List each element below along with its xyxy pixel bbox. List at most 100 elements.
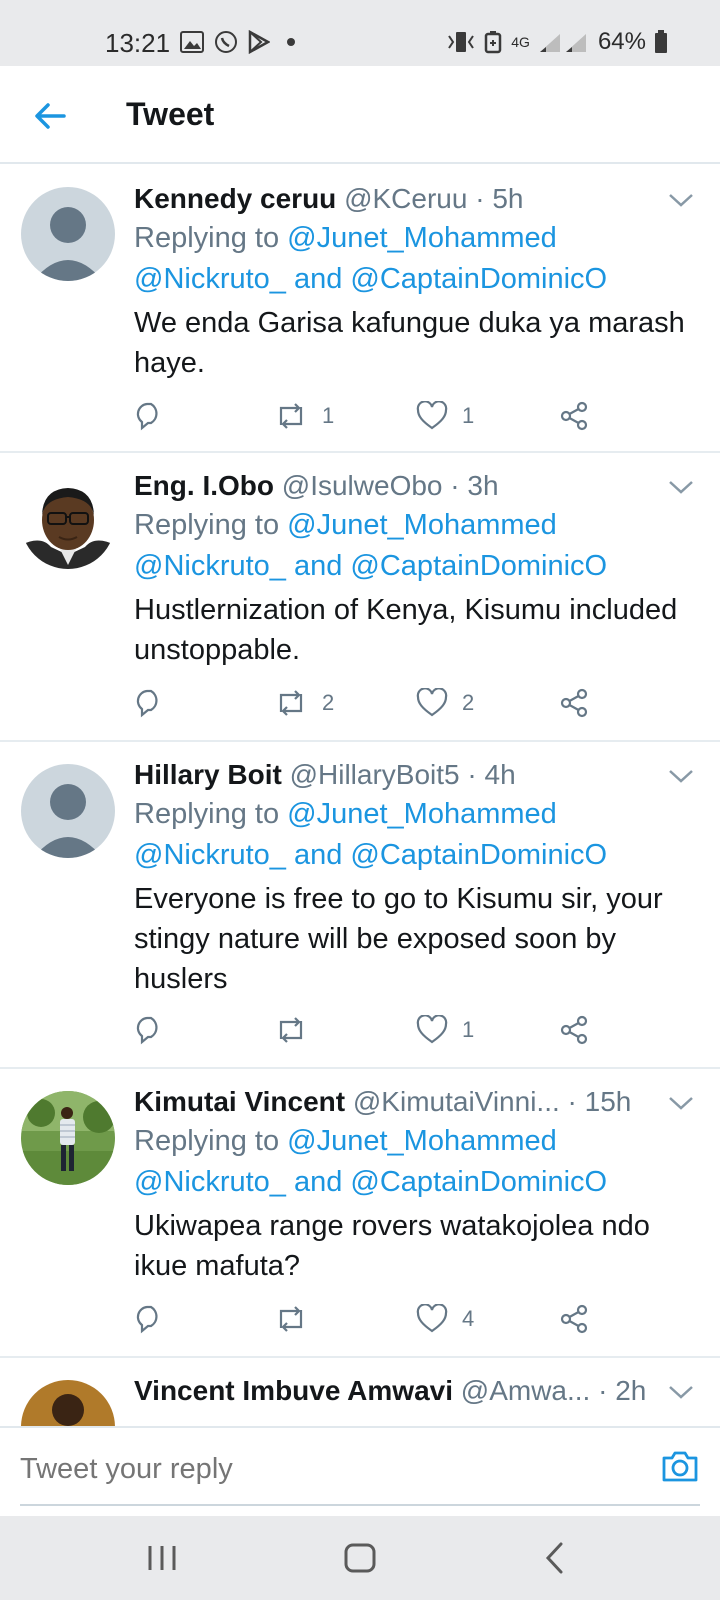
network-type: 4G <box>511 34 530 50</box>
replying-to: Replying to @Junet_Mohammed <box>134 794 700 835</box>
signal-icon <box>539 34 586 52</box>
replying-to: Replying to @Junet_Mohammed <box>134 218 700 259</box>
mention-link[interactable]: @Nickruto_ and @CaptainDominicO <box>134 550 607 582</box>
reply-icon <box>136 1305 158 1334</box>
tweet[interactable]: Kennedy ceruu @KCeruu · 5h Replying to @… <box>0 168 720 453</box>
retweet-button[interactable] <box>274 1010 322 1050</box>
like-button[interactable]: 2 <box>416 683 474 723</box>
user-handle[interactable]: @KCeruu <box>344 183 467 214</box>
replying-to-more: @Nickruto_ and @CaptainDominicO <box>134 546 700 587</box>
retweet-button[interactable] <box>274 1299 322 1339</box>
tweet-feed[interactable]: Kennedy ceruu @KCeruu · 5h Replying to @… <box>0 168 720 1426</box>
replying-to: Replying to @Junet_Mohammed <box>134 1121 700 1162</box>
tweet-time: · 4h <box>467 759 516 790</box>
share-button[interactable] <box>558 683 590 723</box>
reply-button[interactable] <box>134 396 164 436</box>
like-button[interactable]: 1 <box>416 1010 474 1050</box>
replying-to: Replying to @Junet_Mohammed <box>134 505 700 546</box>
user-name[interactable]: Kennedy ceruu <box>134 183 336 214</box>
mention-link[interactable]: @Junet_Mohammed <box>287 509 557 541</box>
avatar[interactable] <box>21 1380 115 1426</box>
user-handle[interactable]: @IsulweObo <box>282 470 443 501</box>
chevron-down-icon[interactable] <box>666 766 696 786</box>
tweet-actions: 4 <box>134 1299 614 1339</box>
like-count: 1 <box>462 403 475 428</box>
avatar[interactable] <box>21 187 115 281</box>
user-handle[interactable]: @KimutaiVinni... <box>353 1086 560 1117</box>
mention-link[interactable]: @Nickruto_ and @CaptainDominicO <box>134 839 607 871</box>
tweet-text: Everyone is free to go to Kisumu sir, yo… <box>134 883 663 995</box>
reply-button[interactable] <box>134 1010 164 1050</box>
like-button[interactable]: 4 <box>416 1299 474 1339</box>
reply-bar <box>0 1426 720 1512</box>
retweet-button[interactable]: 1 <box>274 396 334 436</box>
tweet[interactable]: Hillary Boit @HillaryBoit5 · 4h Replying… <box>0 744 720 1069</box>
image-icon <box>180 31 204 53</box>
tweet-actions: 1 <box>134 1010 614 1050</box>
chevron-down-icon[interactable] <box>666 1093 696 1113</box>
reply-input[interactable] <box>20 1446 630 1492</box>
heart-icon <box>416 401 448 430</box>
user-name[interactable]: Eng. I.Obo <box>134 470 274 501</box>
reply-icon <box>136 689 158 718</box>
reply-icon <box>136 402 158 431</box>
avatar[interactable] <box>21 475 115 569</box>
share-icon <box>560 1015 588 1045</box>
tweet-body: Eng. I.Obo @IsulweObo · 3h Replying to @… <box>134 467 700 670</box>
tweet-actions: 1 1 <box>134 396 614 436</box>
user-name[interactable]: Kimutai Vincent <box>134 1086 345 1117</box>
replying-to-more: @Nickruto_ and @CaptainDominicO <box>134 1162 700 1203</box>
user-handle[interactable]: @Amwa... <box>461 1375 591 1406</box>
whatsapp-icon <box>215 31 237 53</box>
share-icon <box>560 401 588 431</box>
status-bar: 13:21 4G 64% <box>0 0 720 66</box>
tweet[interactable]: Eng. I.Obo @IsulweObo · 3h Replying to @… <box>0 455 720 742</box>
chevron-down-icon[interactable] <box>666 1382 696 1402</box>
tweet[interactable]: Vincent Imbuve Amwavi @Amwa... · 2h <box>0 1360 720 1426</box>
battery-saver-icon <box>485 31 502 54</box>
retweet-button[interactable]: 2 <box>274 683 334 723</box>
like-count: 1 <box>462 1017 475 1042</box>
share-icon <box>560 1304 588 1334</box>
mention-link[interactable]: @Nickruto_ and @CaptainDominicO <box>134 263 607 295</box>
tweet-header: Kennedy ceruu @KCeruu · 5h <box>134 180 700 218</box>
user-handle[interactable]: @HillaryBoit5 <box>290 759 460 790</box>
avatar[interactable] <box>21 764 115 858</box>
user-name[interactable]: Hillary Boit <box>134 759 282 790</box>
camera-icon[interactable] <box>660 1446 700 1486</box>
reply-button[interactable] <box>134 683 164 723</box>
back-icon[interactable] <box>536 1538 576 1578</box>
home-icon[interactable] <box>340 1538 380 1578</box>
share-icon <box>560 688 588 718</box>
user-name[interactable]: Vincent Imbuve Amwavi <box>134 1375 453 1406</box>
tweet-header: Kimutai Vincent @KimutaiVinni... · 15h <box>134 1083 700 1121</box>
reply-button[interactable] <box>134 1299 164 1339</box>
chevron-down-icon[interactable] <box>666 190 696 210</box>
mention-link[interactable]: @Junet_Mohammed <box>287 798 557 830</box>
heart-icon <box>416 1015 448 1044</box>
retweet-icon <box>279 403 303 429</box>
mention-link[interactable]: @Nickruto_ and @CaptainDominicO <box>134 1166 607 1198</box>
replying-to-more: @Nickruto_ and @CaptainDominicO <box>134 835 700 876</box>
share-button[interactable] <box>558 1010 590 1050</box>
mention-link[interactable]: @Junet_Mohammed <box>287 222 557 254</box>
mention-link[interactable]: @Junet_Mohammed <box>287 1125 557 1157</box>
status-right: 4G 64% <box>447 28 668 56</box>
like-count: 2 <box>462 690 475 715</box>
replying-label: Replying to <box>134 1125 288 1157</box>
tweet[interactable]: Kimutai Vincent @KimutaiVinni... · 15h R… <box>0 1071 720 1358</box>
share-button[interactable] <box>558 396 590 436</box>
battery-icon <box>655 30 667 53</box>
tweet-actions: 2 2 <box>134 683 614 723</box>
arrow-left-icon[interactable] <box>30 96 70 136</box>
status-left-icons <box>180 30 302 54</box>
tweet-body: Kimutai Vincent @KimutaiVinni... · 15h R… <box>134 1083 700 1286</box>
like-button[interactable]: 1 <box>416 396 474 436</box>
avatar[interactable] <box>21 1091 115 1185</box>
recent-apps-icon[interactable] <box>142 1538 182 1578</box>
chevron-down-icon[interactable] <box>666 477 696 497</box>
share-button[interactable] <box>558 1299 590 1339</box>
tweet-time: · 5h <box>475 183 524 214</box>
heart-icon <box>416 688 448 717</box>
tweet-time: · 2h <box>598 1375 647 1406</box>
